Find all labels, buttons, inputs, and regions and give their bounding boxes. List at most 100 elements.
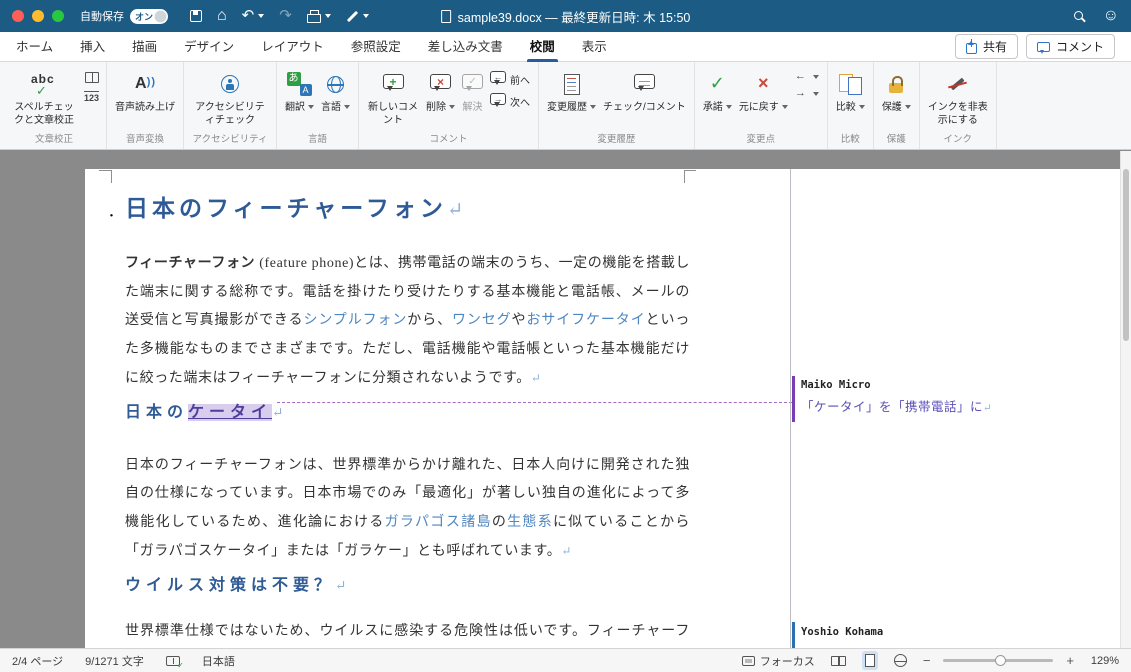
zoom-slider[interactable] bbox=[943, 659, 1053, 662]
chevron-down-icon bbox=[308, 105, 314, 109]
tab-insert[interactable]: 挿入 bbox=[80, 32, 105, 62]
spellcheck-button[interactable]: スペルチェックと文章校正 bbox=[7, 67, 81, 129]
next-change-icon bbox=[795, 88, 806, 99]
home-button[interactable] bbox=[217, 7, 227, 25]
accessibility-check-button[interactable]: アクセシビリティチェック bbox=[189, 67, 271, 129]
accept-button[interactable]: 承諾 bbox=[700, 67, 735, 116]
save-button[interactable] bbox=[190, 10, 202, 22]
previous-change-button[interactable] bbox=[792, 70, 822, 83]
button-label: 保護 bbox=[882, 102, 902, 113]
language-indicator[interactable]: 日本語 bbox=[202, 653, 235, 669]
save-icon bbox=[190, 10, 202, 22]
button-label: 元に戻す bbox=[739, 102, 779, 113]
revision-text-content: 「ケータイ」を「携帯電話」に bbox=[801, 400, 983, 414]
autosave-label: 自動保存 bbox=[80, 8, 124, 24]
delete-comment-icon bbox=[430, 74, 451, 89]
group-label: 変更点 bbox=[700, 130, 822, 148]
autosave-toggle[interactable]: オン bbox=[130, 9, 168, 24]
ribbon-group-tracking: 変更履歴 チェック/コメント 変更履歴 bbox=[539, 62, 695, 149]
share-label: 共有 bbox=[983, 38, 1007, 55]
reject-button[interactable]: 元に戻す bbox=[736, 67, 791, 116]
translate-button[interactable]: 翻訳 bbox=[282, 67, 317, 116]
word-count-button[interactable] bbox=[82, 89, 101, 105]
chevron-down-icon bbox=[325, 14, 331, 18]
revision-entry[interactable]: Maiko Micro 「ケータイ」を「携帯電話」に↵ bbox=[791, 379, 1120, 415]
close-button[interactable] bbox=[12, 10, 24, 22]
tab-mailings[interactable]: 差し込み文書 bbox=[428, 32, 503, 62]
zoom-in-button[interactable] bbox=[1066, 654, 1074, 667]
previous-comment-icon bbox=[490, 71, 506, 83]
page-indicator[interactable]: 2/4 ページ bbox=[12, 653, 63, 669]
focus-mode-button[interactable]: フォーカス bbox=[742, 653, 815, 669]
minimize-button[interactable] bbox=[32, 10, 44, 22]
feedback-button[interactable] bbox=[1103, 7, 1119, 25]
tab-references[interactable]: 参照設定 bbox=[351, 32, 401, 62]
redo-icon bbox=[279, 7, 292, 25]
vertical-scrollbar[interactable] bbox=[1120, 151, 1131, 648]
revision-entry[interactable]: Yoshio Kohama bbox=[791, 622, 1120, 638]
document-heading-1[interactable]: ·日本のフィーチャーフォン↵ bbox=[125, 194, 690, 226]
tab-draw[interactable]: 描画 bbox=[132, 32, 157, 62]
section-heading-with-insertion[interactable]: 日本のケータイ↵ bbox=[125, 402, 690, 424]
margin-crop-mark bbox=[99, 170, 112, 183]
chevron-down-icon bbox=[782, 105, 788, 109]
ribbon-group-speech: 音声読み上げ 音声変換 bbox=[107, 62, 184, 149]
ribbon-group-changes: 承諾 元に戻す 変更点 bbox=[695, 62, 828, 149]
next-change-button[interactable] bbox=[792, 87, 822, 100]
ribbon-group-accessibility: アクセシビリティチェック アクセシビリティ bbox=[184, 62, 277, 149]
window-controls bbox=[12, 10, 64, 22]
next-comment-button[interactable]: 次へ bbox=[487, 92, 533, 110]
track-changes-button[interactable]: 変更履歴 bbox=[544, 67, 599, 116]
word-count-indicator[interactable]: 9/1271 文字 bbox=[85, 653, 144, 669]
revision-author: Maiko Micro bbox=[801, 379, 1120, 391]
document-page[interactable]: ·日本のフィーチャーフォン↵ フィーチャーフォン (feature phone)… bbox=[85, 169, 790, 648]
scrollbar-thumb[interactable] bbox=[1123, 169, 1129, 341]
resolve-comment-button[interactable]: 解決 bbox=[459, 67, 486, 116]
document-icon bbox=[441, 10, 451, 23]
read-mode-button[interactable] bbox=[828, 653, 849, 669]
check-comments-button[interactable]: チェック/コメント bbox=[600, 67, 689, 116]
window-title: sample39.docx — 最終更新日時: 木 15:50 bbox=[441, 7, 691, 26]
tab-design[interactable]: デザイン bbox=[184, 32, 234, 62]
print-button[interactable] bbox=[307, 9, 331, 23]
web-layout-button[interactable] bbox=[891, 651, 910, 670]
print-layout-button[interactable] bbox=[862, 651, 878, 670]
body-paragraph[interactable]: フィーチャーフォン (feature phone)とは、携帯電話の端末のうち、一… bbox=[125, 250, 690, 394]
read-aloud-button[interactable]: 音声読み上げ bbox=[112, 67, 178, 116]
body-paragraph[interactable]: 日本のフィーチャーフォンは、世界標準からかけ離れた、日本人向けに開発された独自の… bbox=[125, 452, 690, 567]
zoom-level[interactable]: 129% bbox=[1087, 655, 1119, 667]
comments-button[interactable]: コメント bbox=[1026, 34, 1115, 59]
group-label: 保護 bbox=[879, 130, 914, 148]
undo-button[interactable] bbox=[242, 7, 265, 25]
share-button[interactable]: 共有 bbox=[955, 34, 1018, 59]
maximize-button[interactable] bbox=[52, 10, 64, 22]
zoom-out-button[interactable] bbox=[923, 654, 931, 667]
delete-comment-button[interactable]: 削除 bbox=[423, 67, 458, 116]
tab-view[interactable]: 表示 bbox=[582, 32, 607, 62]
chevron-down-icon bbox=[590, 105, 596, 109]
language-button[interactable]: 言語 bbox=[318, 67, 353, 116]
chevron-down-icon bbox=[859, 105, 865, 109]
proofing-status-icon[interactable] bbox=[166, 656, 180, 666]
hide-ink-button[interactable]: インクを非表示にする bbox=[925, 67, 991, 129]
format-paint-button[interactable] bbox=[346, 14, 369, 18]
zoom-slider-knob[interactable] bbox=[995, 655, 1006, 666]
group-label: 音声変換 bbox=[112, 130, 178, 148]
new-comment-button[interactable]: 新しいコメント bbox=[364, 67, 422, 129]
tab-home[interactable]: ホーム bbox=[16, 32, 53, 62]
chevron-down-icon bbox=[726, 105, 732, 109]
ribbon: スペルチェックと文章校正 文章校正 音声読み上げ 音声変換 アクセシビリティチェ… bbox=[0, 62, 1131, 150]
redo-button[interactable] bbox=[279, 7, 292, 25]
button-label: 言語 bbox=[321, 102, 341, 113]
compare-button[interactable]: 比較 bbox=[833, 67, 868, 116]
section-heading[interactable]: ウイルス対策は不要？↵ bbox=[125, 575, 690, 597]
status-bar: 2/4 ページ 9/1271 文字 日本語 フォーカス 129% bbox=[0, 648, 1131, 672]
markup-area: Maiko Micro 「ケータイ」を「携帯電話」に↵ Yoshio Koham… bbox=[790, 169, 1120, 648]
previous-comment-button[interactable]: 前へ bbox=[487, 70, 533, 88]
search-button[interactable] bbox=[1074, 7, 1083, 25]
tab-review[interactable]: 校閲 bbox=[530, 32, 555, 62]
protect-button[interactable]: 保護 bbox=[879, 67, 914, 116]
thesaurus-button[interactable] bbox=[82, 70, 101, 85]
tab-layout[interactable]: レイアウト bbox=[261, 32, 324, 62]
focus-icon bbox=[742, 656, 755, 666]
